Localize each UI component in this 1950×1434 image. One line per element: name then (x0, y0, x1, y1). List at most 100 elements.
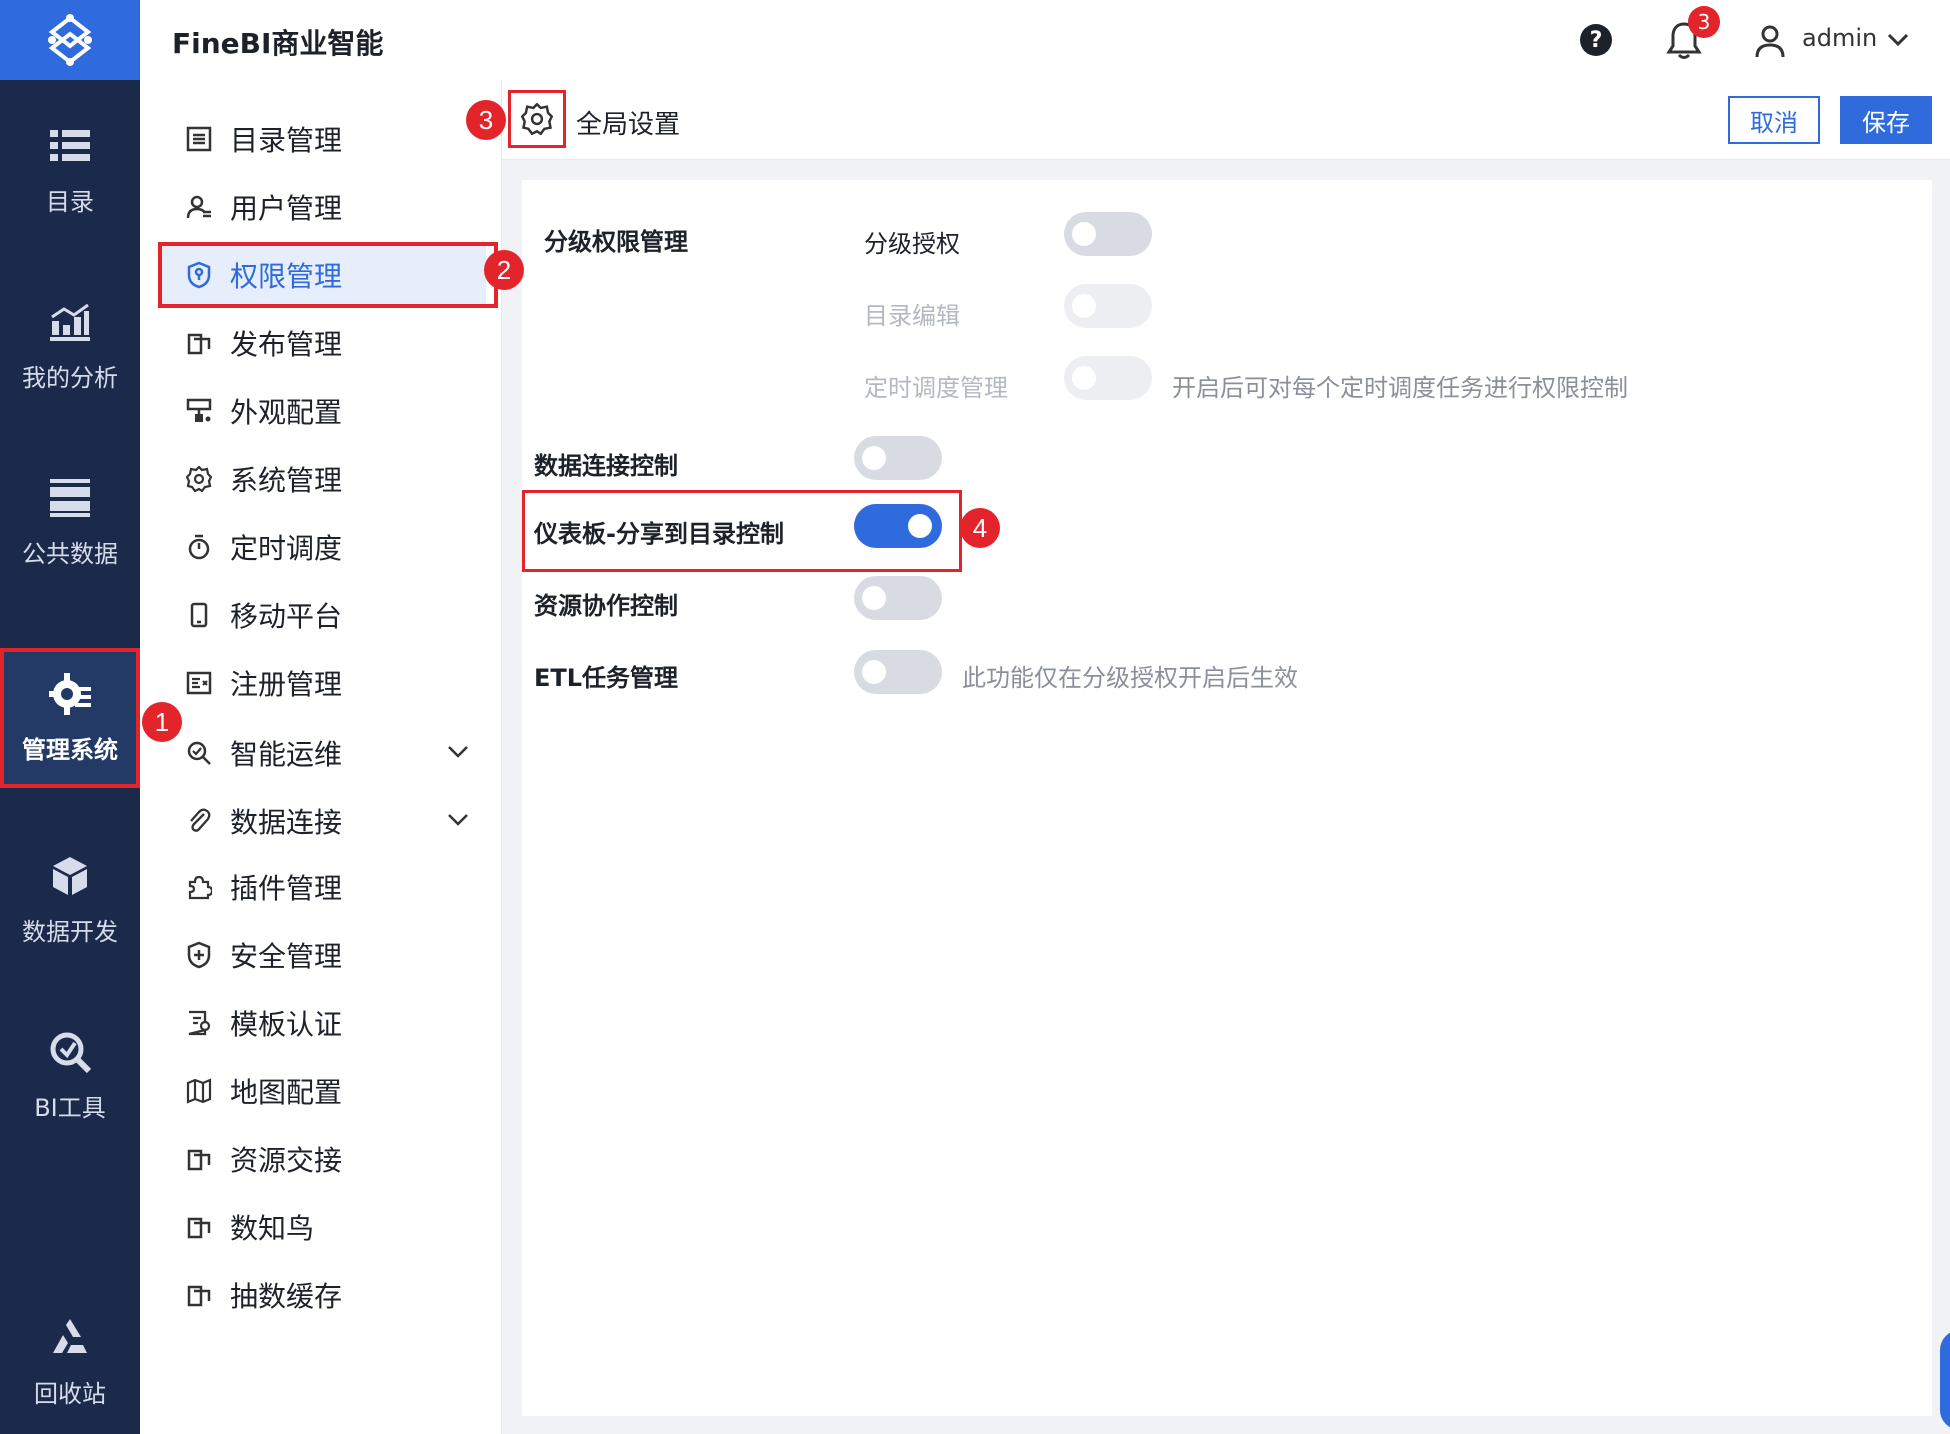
sidebar-item-label: 目录管理 (230, 124, 343, 157)
notification-badge[interactable]: 3 (1688, 6, 1720, 38)
rail-item-label: 回收站 (34, 1379, 106, 1408)
sidebar-item-shuzhiniao[interactable]: 数知鸟 (160, 1198, 486, 1256)
toggle-resource-collab[interactable] (854, 576, 942, 620)
rail-item-label: 目录 (46, 187, 94, 216)
collapse-edge-tab[interactable] (1940, 1330, 1950, 1430)
toggle-schedule-manage[interactable] (1064, 356, 1152, 400)
sidebar-item-security-manage[interactable]: 安全管理 (160, 926, 486, 984)
user-avatar-icon[interactable] (1754, 24, 1786, 58)
toggle-data-connection-control[interactable] (854, 436, 942, 480)
sidebar-item-map-config[interactable]: 地图配置 (160, 1062, 486, 1120)
user-name[interactable]: admin (1802, 24, 1877, 52)
timer-icon (184, 532, 214, 562)
gear-manage-icon (48, 672, 92, 716)
sidebar-item-label: 移动平台 (230, 600, 343, 633)
save-button[interactable]: 保存 (1840, 96, 1932, 144)
sidebar-item-resource-handover[interactable]: 资源交接 (160, 1130, 486, 1188)
sidebar-item-schedule[interactable]: 定时调度 (160, 518, 486, 576)
copy-icon (184, 1212, 214, 1242)
rail-item-public-data[interactable]: 公共数据 (0, 452, 140, 592)
sidebar-item-label: 发布管理 (230, 328, 343, 361)
annotation-marker-4: 4 (960, 508, 1000, 548)
schedule-manage-hint: 开启后可对每个定时调度任务进行权限控制 (1172, 374, 1628, 402)
chart-icon (48, 300, 92, 344)
annotation-marker-1: 1 (142, 702, 182, 742)
puzzle-icon (184, 872, 214, 902)
sidebar-item-label: 抽数缓存 (230, 1280, 343, 1313)
cancel-button[interactable]: 取消 (1728, 96, 1820, 144)
copy-icon (184, 328, 214, 358)
gear-icon (184, 464, 214, 494)
sidebar-item-extract-cache[interactable]: 抽数缓存 (160, 1266, 486, 1324)
settings-panel: 分级权限管理 分级授权 目录编辑 定时调度管理 开启后可对每个定时调度任务进行权… (522, 180, 1932, 1416)
rail-item-recycle[interactable]: 回收站 (0, 1292, 140, 1432)
management-sidebar: 目录管理 用户管理 权限管理 发布管理 外观配置 系统管理 定时调度 移动平台 … (140, 80, 502, 1434)
setting-label-etl-task: ETL任务管理 (534, 664, 679, 692)
sidebar-item-label: 系统管理 (230, 464, 343, 497)
sidebar-item-mobile-platform[interactable]: 移动平台 (160, 586, 486, 644)
global-settings-button[interactable] (508, 90, 566, 148)
app-logo[interactable] (0, 0, 140, 80)
paperclip-icon (184, 806, 214, 836)
copy-icon (184, 1280, 214, 1310)
sidebar-item-smart-ops[interactable]: 智能运维 (160, 724, 486, 782)
shield-plus-icon (184, 940, 214, 970)
rail-item-label: 管理系统 (22, 735, 118, 764)
ops-icon (184, 738, 214, 768)
section-title: 分级权限管理 (544, 228, 688, 256)
sidebar-item-publish-manage[interactable]: 发布管理 (160, 314, 486, 372)
rail-item-management[interactable]: 管理系统 (0, 648, 140, 788)
sidebar-item-label: 数据连接 (230, 806, 343, 839)
annotation-marker-2: 2 (484, 250, 524, 290)
list-icon (48, 124, 92, 168)
sidebar-item-catalog-manage[interactable]: 目录管理 (160, 110, 486, 168)
highlight-box-dashboard-share (522, 490, 962, 572)
chevron-down-icon[interactable] (446, 810, 470, 830)
app-title: FineBI商业智能 (172, 27, 384, 60)
toggle-etl-task[interactable] (854, 650, 942, 694)
toggle-graded-auth[interactable] (1064, 212, 1152, 256)
sidebar-item-data-connection[interactable]: 数据连接 (160, 792, 486, 850)
sidebar-item-appearance[interactable]: 外观配置 (160, 382, 486, 440)
sidebar-item-system-manage[interactable]: 系统管理 (160, 450, 486, 508)
brush-icon (184, 396, 214, 426)
etl-task-hint: 此功能仅在分级授权开启后生效 (962, 664, 1298, 692)
rail-item-bi-tools[interactable]: BI工具 (0, 1006, 140, 1146)
rail-item-data-dev[interactable]: 数据开发 (0, 830, 140, 970)
content-toolbar: 全局设置 取消 保存 (502, 80, 1950, 160)
sidebar-item-plugin-manage[interactable]: 插件管理 (160, 858, 486, 916)
certificate-icon (184, 1008, 214, 1038)
copy-icon (184, 1144, 214, 1174)
catalog-icon (184, 124, 214, 154)
rail-item-my-analysis[interactable]: 我的分析 (0, 276, 140, 416)
gear-icon (521, 103, 553, 135)
database-icon (48, 476, 92, 520)
sidebar-item-label: 地图配置 (230, 1076, 343, 1109)
page-title: 全局设置 (576, 110, 681, 140)
sidebar-item-label: 用户管理 (230, 192, 343, 225)
setting-label-graded-auth: 分级授权 (864, 230, 960, 258)
map-icon (184, 1076, 214, 1106)
rail-item-label: 数据开发 (22, 917, 118, 946)
setting-label-resource-collab: 资源协作控制 (534, 592, 678, 620)
sidebar-item-register-manage[interactable]: 注册管理 (160, 654, 486, 712)
sidebar-item-label: 定时调度 (230, 532, 343, 565)
chevron-down-icon[interactable] (446, 742, 470, 762)
top-header: FineBI商业智能 ? 3 admin (140, 0, 1950, 80)
register-icon (184, 668, 214, 698)
sidebar-item-template-cert[interactable]: 模板认证 (160, 994, 486, 1052)
chevron-down-icon[interactable] (1886, 30, 1910, 50)
sidebar-item-label: 数知鸟 (230, 1212, 315, 1245)
rail-item-label: BI工具 (34, 1093, 106, 1122)
help-icon[interactable]: ? (1580, 24, 1612, 56)
logo-icon (48, 14, 92, 66)
user-icon (184, 192, 214, 222)
rail-item-catalog[interactable]: 目录 (0, 100, 140, 240)
sidebar-item-label: 资源交接 (230, 1144, 343, 1177)
toggle-catalog-edit[interactable] (1064, 284, 1152, 328)
sidebar-item-user-manage[interactable]: 用户管理 (160, 178, 486, 236)
sidebar-item-permission-manage[interactable]: 权限管理 (158, 242, 498, 308)
phone-icon (184, 600, 214, 630)
sidebar-item-label: 安全管理 (230, 940, 343, 973)
sidebar-item-label: 智能运维 (230, 738, 343, 771)
